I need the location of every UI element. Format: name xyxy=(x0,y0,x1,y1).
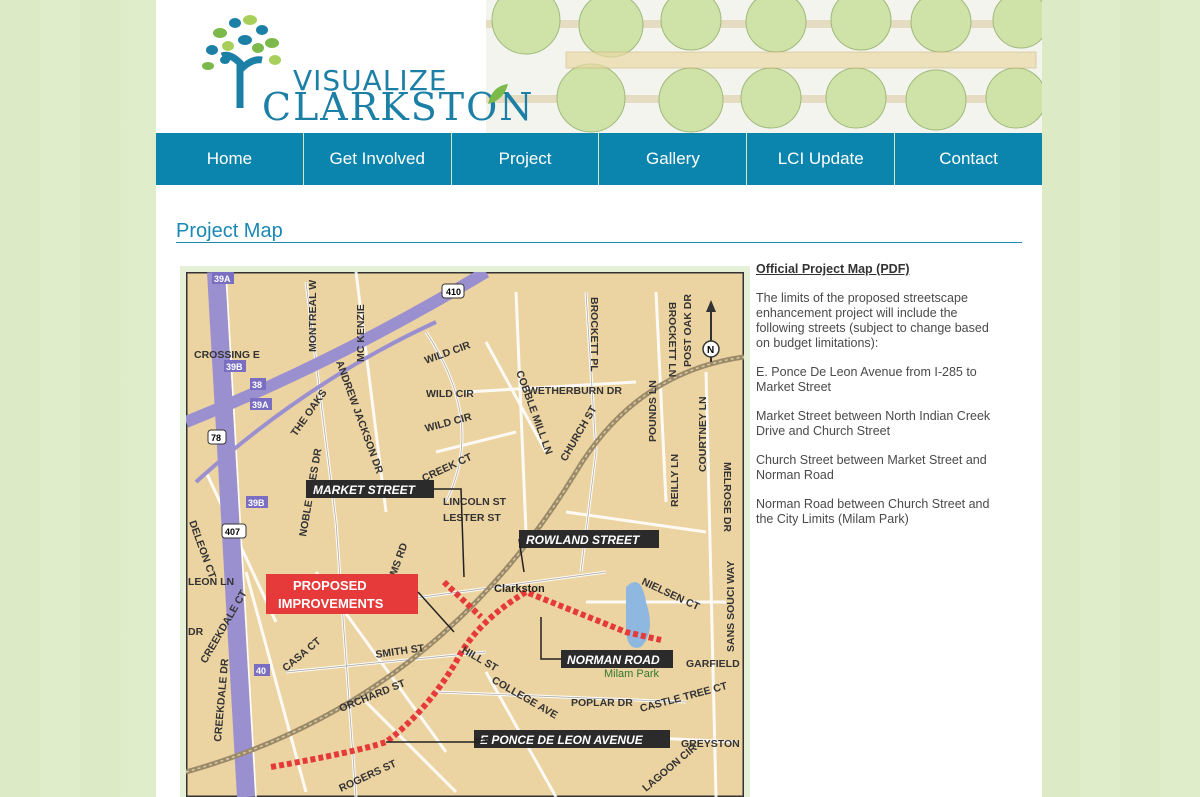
page-container: VISUALIZE CLARKSTON Home Get Involved Pr… xyxy=(156,0,1042,797)
map-label-lester: LESTER ST xyxy=(443,512,501,524)
map-label-montreal: MONTREAL W xyxy=(307,280,319,352)
nav-project[interactable]: Project xyxy=(452,133,600,185)
callout-proposed: PROPOSED xyxy=(293,578,367,593)
project-map-image: WILD CIR WILD CIR WILD CIR WETHERBURN DR… xyxy=(186,272,744,797)
exit-40: 40 xyxy=(256,666,266,676)
route-78-shield: 78 xyxy=(211,433,221,443)
map-label-reilly: REILLY LN xyxy=(669,454,681,507)
project-sidebar: Official Project Map (PDF) The limits of… xyxy=(756,262,1006,541)
main-nav: Home Get Involved Project Gallery LCI Up… xyxy=(156,133,1042,185)
map-label-pounds: POUNDS LN xyxy=(647,380,659,442)
nav-gallery[interactable]: Gallery xyxy=(599,133,748,185)
nav-lci-update[interactable]: LCI Update xyxy=(747,133,896,185)
nav-get-involved[interactable]: Get Involved xyxy=(304,133,452,185)
list-item: Church Street between Market Street and … xyxy=(756,453,987,482)
map-label-courtney: COURTNEY LN xyxy=(697,396,709,472)
page-title: Project Map xyxy=(176,220,1022,243)
map-label-mc-kenzie: MC KENZIE xyxy=(355,304,367,362)
list-item: E. Ponce De Leon Avenue from I-285 to Ma… xyxy=(756,365,977,394)
map-label-brockett-pl: BROCKETT PL xyxy=(588,297,600,372)
map-label-garfield: GARFIELD xyxy=(686,658,740,670)
map-label-post-oak: POST OAK DR xyxy=(682,294,694,367)
callout-market-street: MARKET STREET xyxy=(313,483,417,497)
map-label-wild-cir-2: WILD CIR xyxy=(426,388,474,400)
map-label-poplar: POPLAR DR xyxy=(571,697,633,709)
street-list: E. Ponce De Leon Avenue from I-285 to Ma… xyxy=(756,365,1006,527)
callout-rowland-street: ROWLAND STREET xyxy=(526,533,641,547)
project-map: WILD CIR WILD CIR WILD CIR WETHERBURN DR… xyxy=(180,266,750,797)
map-label-milam-park: Milam Park xyxy=(604,668,660,680)
callout-norman-road: NORMAN ROAD xyxy=(567,653,660,667)
route-410-shield: 410 xyxy=(446,287,461,297)
map-label-melrose: MELROSE DR xyxy=(721,462,733,532)
official-map-pdf-link[interactable]: Official Project Map (PDF) xyxy=(756,262,1006,277)
exit-38: 38 xyxy=(252,380,262,390)
list-item: Norman Road between Church Street and th… xyxy=(756,497,990,526)
site-logo[interactable]: VISUALIZE CLARKSTON xyxy=(200,8,533,126)
map-label-wetherburn: WETHERBURN DR xyxy=(528,385,622,397)
exit-39a: 39A xyxy=(252,400,269,410)
nav-contact[interactable]: Contact xyxy=(895,133,1042,185)
callout-improvements: IMPROVEMENTS xyxy=(278,596,384,611)
map-label-dr: DR xyxy=(188,626,204,638)
site-header: VISUALIZE CLARKSTON xyxy=(156,0,1042,133)
project-intro-text: The limits of the proposed streetscape e… xyxy=(756,291,989,350)
list-item: Market Street between North Indian Creek… xyxy=(756,409,991,438)
exit-39b-top: 39B xyxy=(226,362,243,372)
leaf-icon xyxy=(488,84,508,104)
map-label-sans-souci: SANS SOUCI WAY xyxy=(725,561,737,652)
map-label-brockett-ln: BROCKETT LN xyxy=(666,302,678,377)
route-407-shield: 407 xyxy=(225,527,240,537)
map-label-crossing: CROSSING E xyxy=(194,349,260,361)
callout-e-ponce-de-leon: E PONCE DE LEON AVENUE xyxy=(480,733,644,747)
nav-home[interactable]: Home xyxy=(156,133,304,185)
exit-39b: 39B xyxy=(248,498,265,508)
map-label-clarkston: Clarkston xyxy=(494,583,545,595)
header-tree-illustration xyxy=(486,0,1042,133)
map-label-lincoln: LINCOLN ST xyxy=(443,496,507,508)
north-label: N xyxy=(707,345,714,356)
exit-39a-top: 39A xyxy=(214,274,231,284)
